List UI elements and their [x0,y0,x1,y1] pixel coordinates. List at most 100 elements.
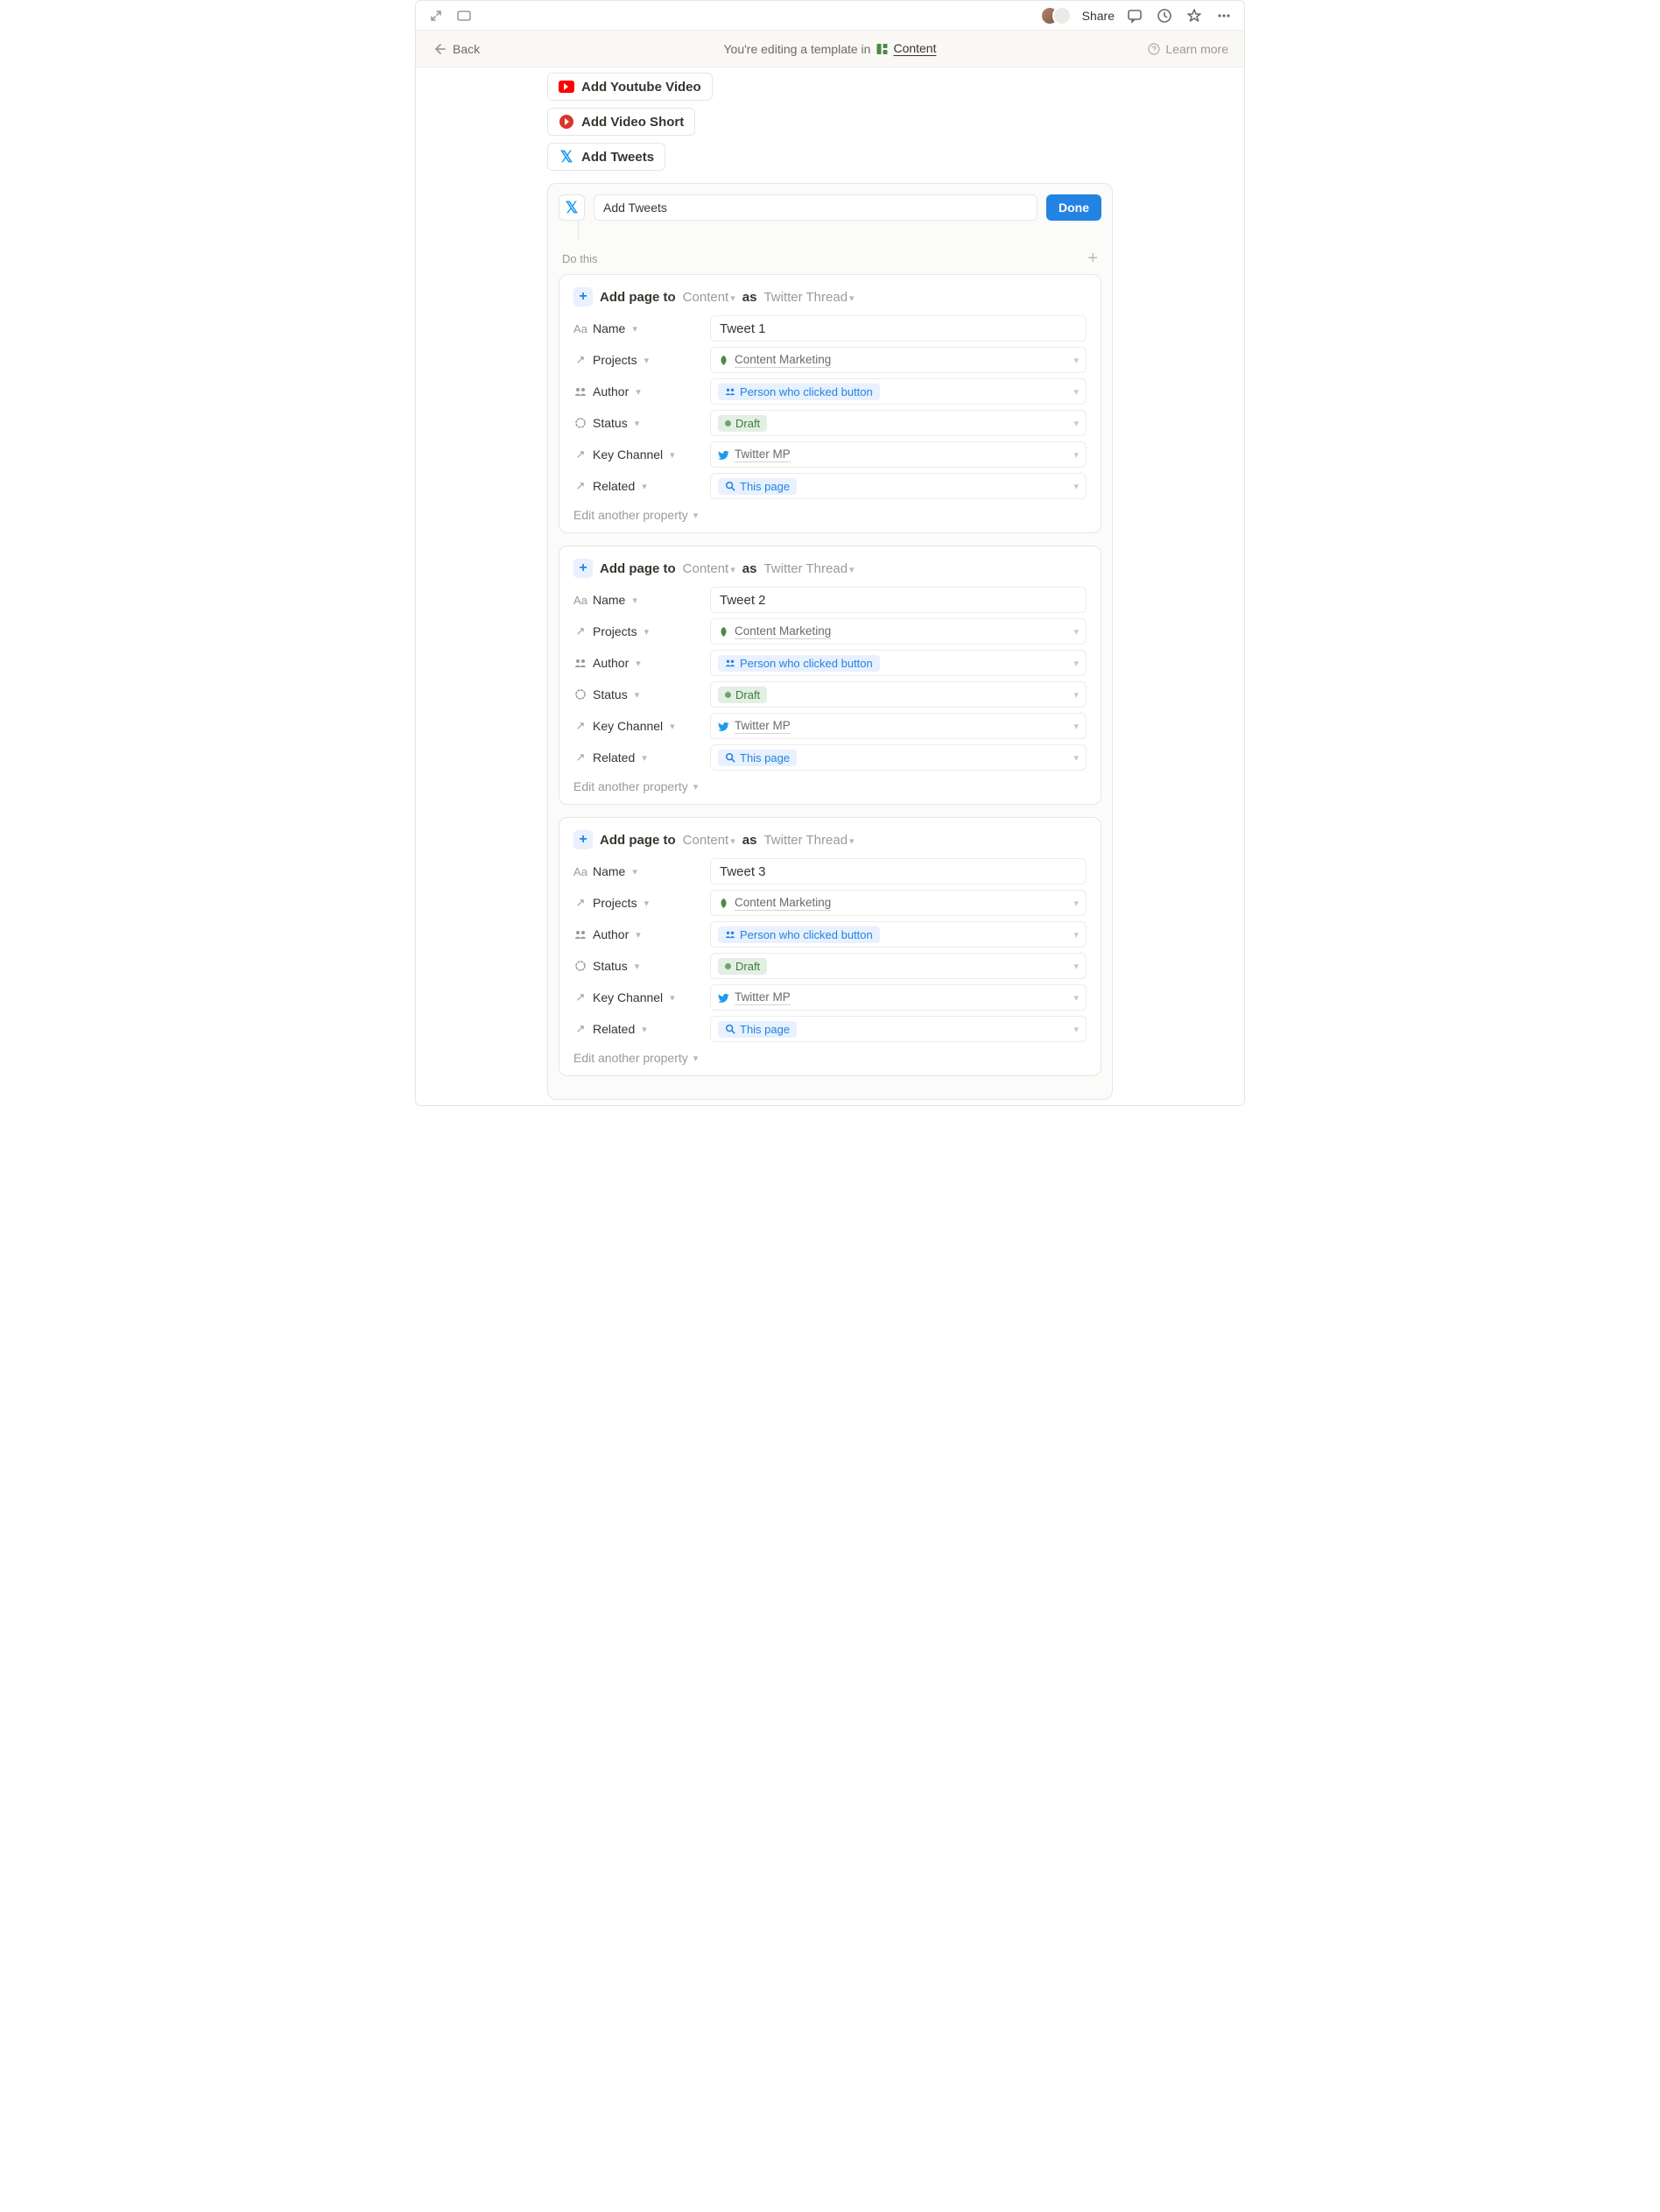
related-value: This page [740,751,790,764]
prop-label-text: Related [593,479,635,493]
updates-icon[interactable] [1155,6,1174,25]
name-input[interactable]: Tweet 2 [710,587,1087,613]
text-property-icon: Aa [573,594,587,607]
projects-select[interactable]: Content Marketing ▾ [710,347,1087,373]
avatar [1052,6,1072,25]
prop-label-related[interactable]: ↗ Related ▾ [573,1022,703,1036]
prop-label-name[interactable]: Aa Name ▾ [573,864,703,878]
author-select[interactable]: Person who clicked button ▾ [710,378,1087,405]
prop-label-author[interactable]: Author ▾ [573,384,703,398]
add-step-button[interactable]: + [1087,249,1098,269]
prop-label-status[interactable]: Status ▾ [573,687,703,701]
related-select[interactable]: This page ▾ [710,473,1087,499]
prop-label-status[interactable]: Status ▾ [573,416,703,430]
prop-label-text: Key Channel [593,447,663,461]
key-channel-select[interactable]: Twitter MP ▾ [710,441,1087,468]
prop-label-name[interactable]: Aa Name ▾ [573,593,703,607]
relation-icon: ↗ [573,353,587,367]
do-this-label: Do this [562,252,597,265]
back-button[interactable]: Back [432,42,480,56]
key-channel-select[interactable]: Twitter MP ▾ [710,713,1087,739]
button-chip-short[interactable]: Add Video Short [547,108,695,136]
status-select[interactable]: Draft ▾ [710,681,1087,708]
card-title-row[interactable]: + Add page to Content▾ as Twitter Thread… [573,287,1087,306]
edit-another-property-button[interactable]: Edit another property ▾ [573,508,1087,522]
related-select[interactable]: This page ▾ [710,1016,1087,1042]
prop-label-projects[interactable]: ↗ Projects ▾ [573,624,703,638]
status-property-icon [573,960,587,972]
author-value: Person who clicked button [740,385,873,398]
related-token: This page [718,750,797,766]
edit-another-label: Edit another property [573,1051,688,1065]
key-channel-value: Twitter MP [735,990,791,1005]
avatar-stack[interactable] [1040,6,1072,25]
prop-label-related[interactable]: ↗ Related ▾ [573,750,703,764]
button-chip-youtube[interactable]: Add Youtube Video [547,73,713,101]
chevron-down-icon: ▾ [1073,961,1079,972]
edit-another-property-button[interactable]: Edit another property ▾ [573,1051,1087,1065]
person-property-icon [573,658,587,668]
author-select[interactable]: Person who clicked button ▾ [710,650,1087,676]
key-channel-select[interactable]: Twitter MP ▾ [710,984,1087,1011]
learn-more-button[interactable]: Learn more [1148,42,1228,56]
more-icon[interactable] [1214,6,1234,25]
relation-icon: ↗ [573,624,587,638]
done-button[interactable]: Done [1046,194,1101,221]
trigger-name-input[interactable]: Add Tweets [594,194,1038,221]
status-badge: Draft [718,687,767,703]
author-token: Person who clicked button [718,384,880,400]
projects-value: Content Marketing [735,353,831,368]
banner-prefix: You're editing a template in [724,42,871,56]
plus-icon: + [573,287,593,306]
prop-label-projects[interactable]: ↗ Projects ▾ [573,896,703,910]
trigger-icon-button[interactable]: 𝕏 [559,194,585,221]
favorite-icon[interactable] [1185,6,1204,25]
prop-label-text: Key Channel [593,719,663,733]
prop-label-name[interactable]: Aa Name ▾ [573,321,703,335]
status-value: Draft [735,417,760,430]
prop-label-status[interactable]: Status ▾ [573,959,703,973]
twitter-icon [718,721,729,732]
projects-select[interactable]: Content Marketing ▾ [710,890,1087,916]
status-select[interactable]: Draft ▾ [710,953,1087,979]
name-input[interactable]: Tweet 3 [710,858,1087,884]
prop-label-author[interactable]: Author ▾ [573,927,703,941]
x-icon: 𝕏 [559,149,574,165]
relation-icon: ↗ [573,750,587,764]
projects-value: Content Marketing [735,624,831,639]
prop-label-author[interactable]: Author ▾ [573,656,703,670]
chevron-down-icon: ▾ [1073,355,1079,366]
card-title-row[interactable]: + Add page to Content▾ as Twitter Thread… [573,830,1087,849]
twitter-icon [718,992,729,1004]
name-value: Tweet 3 [720,864,766,879]
related-select[interactable]: This page ▾ [710,744,1087,771]
prop-label-text: Status [593,959,628,973]
database-icon [876,43,888,55]
edit-another-property-button[interactable]: Edit another property ▾ [573,779,1087,793]
status-select[interactable]: Draft ▾ [710,410,1087,436]
status-property-icon [573,417,587,429]
chevron-down-icon: ▾ [1073,898,1079,909]
chevron-down-icon: ▾ [1073,929,1079,940]
prop-label-text: Name [593,864,625,878]
name-input[interactable]: Tweet 1 [710,315,1087,342]
expand-icon[interactable] [426,6,446,25]
window-mode-icon[interactable] [454,6,474,25]
prop-label-related[interactable]: ↗ Related ▾ [573,479,703,493]
card-template-name: Twitter Thread [763,561,848,576]
relation-icon: ↗ [573,447,587,461]
comments-icon[interactable] [1125,6,1144,25]
card-title-row[interactable]: + Add page to Content▾ as Twitter Thread… [573,559,1087,578]
share-button[interactable]: Share [1082,9,1115,23]
prop-label-key-channel[interactable]: ↗ Key Channel ▾ [573,447,703,461]
prop-label-key-channel[interactable]: ↗ Key Channel ▾ [573,990,703,1004]
relation-icon: ↗ [573,990,587,1004]
as-label: as [742,290,757,305]
database-link[interactable]: Content [893,41,936,56]
edit-another-label: Edit another property [573,779,688,793]
author-select[interactable]: Person who clicked button ▾ [710,921,1087,947]
prop-label-key-channel[interactable]: ↗ Key Channel ▾ [573,719,703,733]
button-chip-tweets[interactable]: 𝕏 Add Tweets [547,143,665,171]
projects-select[interactable]: Content Marketing ▾ [710,618,1087,645]
prop-label-projects[interactable]: ↗ Projects ▾ [573,353,703,367]
